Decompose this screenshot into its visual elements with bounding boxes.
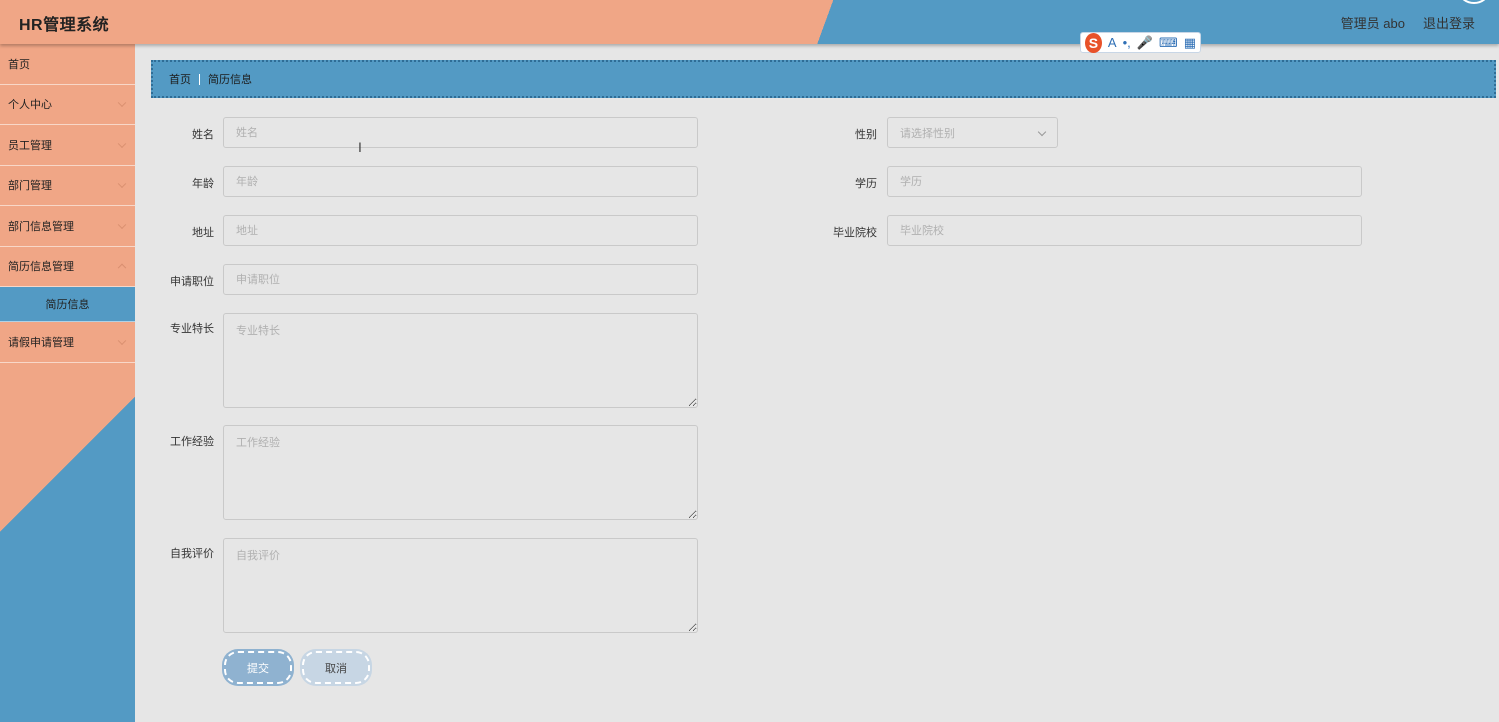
- skills-label: 专业特长: [170, 323, 214, 335]
- experience-label: 工作经验: [170, 436, 214, 448]
- name-label: 姓名: [192, 129, 214, 141]
- top-header: HR管理系统 管理员 abo 退出登录: [0, 0, 1499, 44]
- breadcrumb-current: 简历信息: [208, 74, 252, 86]
- ime-microphone-icon[interactable]: 🎤: [1137, 35, 1153, 51]
- chevron-down-icon: [1037, 127, 1047, 137]
- chevron-up-icon: [117, 263, 127, 273]
- app-title: HR管理系统: [19, 17, 110, 34]
- self-eval-textarea[interactable]: [223, 538, 698, 633]
- chevron-down-icon: [117, 98, 127, 108]
- avatar[interactable]: [1459, 0, 1489, 4]
- ime-toolbar[interactable]: S A •, 🎤 ⌨ ▦: [1080, 32, 1201, 53]
- sidebar: 首页 个人中心 员工管理 部门管理 部门信息管理 简历信息管理 简历信息 请假申…: [0, 44, 135, 722]
- sidebar-item-employee-management[interactable]: 员工管理: [0, 125, 135, 166]
- sidebar-item-resume-management[interactable]: 简历信息管理: [0, 247, 135, 287]
- ime-punctuation-icon[interactable]: •,: [1123, 35, 1131, 50]
- sidebar-subitem-label: 简历信息: [45, 299, 90, 311]
- gender-label: 性别: [855, 129, 877, 141]
- address-input[interactable]: [223, 215, 698, 246]
- self-eval-label: 自我评价: [170, 548, 214, 560]
- sidebar-item-label: 请假申请管理: [8, 336, 74, 349]
- sidebar-item-label: 个人中心: [8, 99, 52, 112]
- sidebar-item-label: 员工管理: [8, 139, 52, 152]
- age-input[interactable]: [223, 166, 698, 197]
- sidebar-item-leave-management[interactable]: 请假申请管理: [0, 322, 135, 363]
- ime-keyboard-icon[interactable]: ⌨: [1159, 35, 1178, 51]
- submit-button[interactable]: 提交: [224, 651, 292, 684]
- gender-select[interactable]: 请选择性别: [887, 117, 1058, 148]
- breadcrumb: 首页 简历信息: [151, 60, 1496, 98]
- education-input[interactable]: [887, 166, 1362, 197]
- header-user-area: 管理员 abo 退出登录: [1341, 13, 1475, 32]
- ime-logo-icon[interactable]: S: [1085, 32, 1102, 53]
- education-label: 学历: [855, 178, 877, 190]
- sidebar-item-label: 部门信息管理: [8, 220, 74, 233]
- position-label: 申请职位: [170, 276, 214, 288]
- breadcrumb-separator: [199, 73, 200, 85]
- age-label: 年龄: [192, 178, 214, 190]
- text-cursor-icon: I: [358, 139, 362, 155]
- sidebar-item-home[interactable]: 首页: [0, 44, 135, 85]
- chevron-down-icon: [117, 139, 127, 148]
- skills-textarea[interactable]: [223, 313, 698, 408]
- ime-font-icon[interactable]: A: [1108, 35, 1117, 50]
- chevron-down-icon: [117, 179, 127, 189]
- school-label: 毕业院校: [833, 227, 877, 239]
- sidebar-item-label: 首页: [8, 58, 30, 71]
- breadcrumb-home[interactable]: 首页: [169, 71, 191, 87]
- current-user-label: 管理员 abo: [1340, 16, 1405, 31]
- sidebar-item-department-management[interactable]: 部门管理: [0, 166, 135, 206]
- experience-textarea[interactable]: [223, 425, 698, 520]
- position-input[interactable]: [223, 264, 698, 295]
- sidebar-item-label: 部门管理: [8, 180, 52, 193]
- address-label: 地址: [192, 227, 214, 239]
- name-input[interactable]: [223, 117, 698, 148]
- sidebar-item-personal-center[interactable]: 个人中心: [0, 85, 135, 125]
- gender-select-placeholder: 请选择性别: [900, 127, 955, 140]
- school-input[interactable]: [887, 215, 1362, 246]
- sidebar-item-department-info-management[interactable]: 部门信息管理: [0, 206, 135, 247]
- logout-link[interactable]: 退出登录: [1423, 13, 1475, 32]
- sidebar-subitem-resume-info[interactable]: 简历信息: [0, 287, 135, 322]
- ime-grid-icon[interactable]: ▦: [1184, 35, 1196, 51]
- cancel-button[interactable]: 取消: [302, 651, 370, 684]
- chevron-down-icon: [117, 336, 127, 345]
- chevron-down-icon: [117, 220, 127, 229]
- sidebar-item-label: 简历信息管理: [8, 261, 74, 274]
